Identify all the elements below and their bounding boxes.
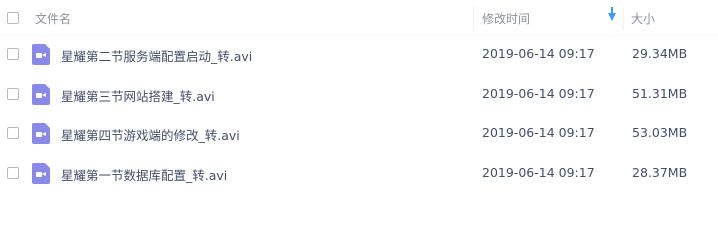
file-size: 29.34MB xyxy=(632,46,688,61)
file-size: 51.31MB xyxy=(632,86,688,101)
file-size: 28.37MB xyxy=(632,165,688,180)
file-row[interactable]: 星耀第一节数据库配置_转.avi 2019-06-14 09:17 28.37M… xyxy=(0,153,718,193)
file-modified-time: 2019-06-14 09:17 xyxy=(482,46,595,61)
file-modified-time: 2019-06-14 09:17 xyxy=(482,165,595,180)
video-file-icon xyxy=(32,163,50,184)
column-header-size[interactable]: 大小 xyxy=(631,10,655,27)
file-name[interactable]: 星耀第一节数据库配置_转.avi xyxy=(61,165,227,184)
row-checkbox[interactable] xyxy=(7,88,19,100)
file-row[interactable]: 星耀第四节游戏端的修改_转.avi 2019-06-14 09:17 53.03… xyxy=(0,113,718,153)
video-file-icon xyxy=(32,123,50,144)
row-checkbox[interactable] xyxy=(7,48,19,60)
video-file-icon xyxy=(32,44,50,65)
row-checkbox[interactable] xyxy=(7,127,19,139)
column-header-name[interactable]: 文件名 xyxy=(35,10,71,27)
file-modified-time: 2019-06-14 09:17 xyxy=(482,86,595,101)
sort-descending-icon[interactable] xyxy=(608,7,616,21)
file-name[interactable]: 星耀第三节网站搭建_转.avi xyxy=(61,86,215,105)
column-divider[interactable] xyxy=(473,6,474,30)
file-modified-time: 2019-06-14 09:17 xyxy=(482,125,595,140)
file-row[interactable]: 星耀第二节服务端配置启动_转.avi 2019-06-14 09:17 29.3… xyxy=(0,34,718,74)
column-header-modified[interactable]: 修改时间 xyxy=(482,10,530,27)
file-name[interactable]: 星耀第二节服务端配置启动_转.avi xyxy=(61,46,252,65)
file-name[interactable]: 星耀第四节游戏端的修改_转.avi xyxy=(61,125,240,144)
column-divider[interactable] xyxy=(623,6,624,30)
file-size: 53.03MB xyxy=(632,125,688,140)
file-row[interactable]: 星耀第三节网站搭建_转.avi 2019-06-14 09:17 51.31MB xyxy=(0,74,718,114)
select-all-checkbox[interactable] xyxy=(7,12,19,24)
row-checkbox[interactable] xyxy=(7,167,19,179)
file-list-header: 文件名 修改时间 大小 xyxy=(0,0,718,36)
video-file-icon xyxy=(32,84,50,105)
